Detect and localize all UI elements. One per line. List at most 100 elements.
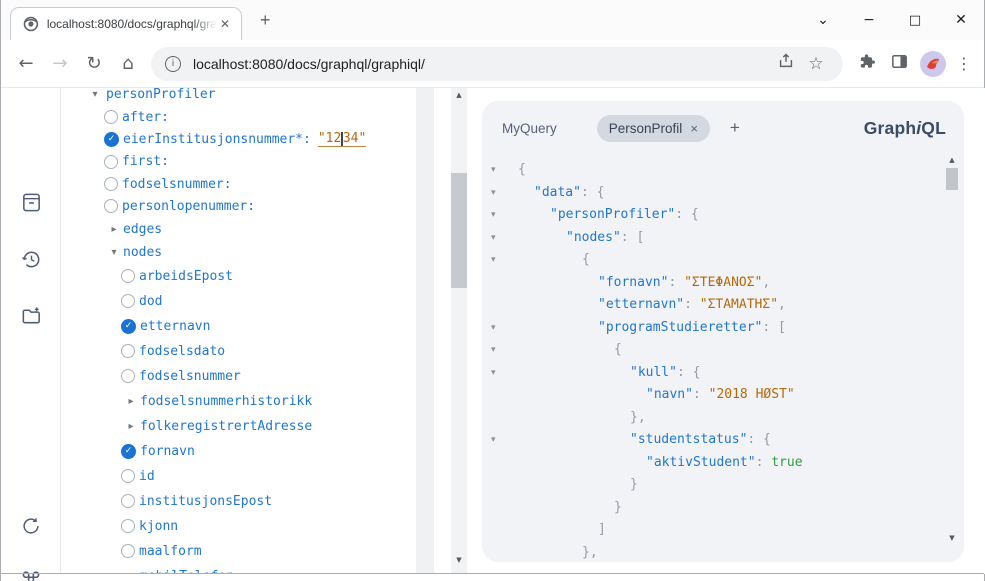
response-line: } xyxy=(482,497,964,520)
side-panel-icon[interactable] xyxy=(883,52,915,76)
response-line: ▾{ xyxy=(482,249,964,272)
field-label: after: xyxy=(122,110,169,125)
query-tab-close-icon[interactable]: × xyxy=(690,121,698,136)
field-checkbox-unchecked[interactable] xyxy=(121,269,135,283)
add-query-tab-button[interactable]: + xyxy=(730,118,740,138)
omnibox[interactable]: i localhost:8080/docs/graphql/graphiql/ … xyxy=(151,47,843,81)
field-checkbox-checked[interactable]: ✓ xyxy=(104,132,119,147)
response-code: "navn": "2018 HØST" xyxy=(518,387,795,402)
field-label: fornavn xyxy=(140,444,195,459)
site-info-icon[interactable]: i xyxy=(165,56,181,72)
caret-down-icon[interactable]: ▾ xyxy=(89,89,101,100)
response-scrollbar[interactable]: ▲ ▼ xyxy=(946,156,958,554)
fold-triangle-icon[interactable]: ▾ xyxy=(491,362,496,385)
history-icon[interactable] xyxy=(1,248,61,271)
url-text[interactable]: localhost:8080/docs/graphql/graphiql/ xyxy=(193,56,771,72)
explorer-row[interactable]: ▸folkeregistrertAdresse xyxy=(61,414,451,439)
explorer-row[interactable]: fodselsnummer: xyxy=(61,173,451,195)
back-icon[interactable]: ← xyxy=(9,53,43,74)
field-checkbox-unchecked[interactable] xyxy=(104,177,118,191)
explorer-row[interactable]: ▸fodselsnummerhistorikk xyxy=(61,389,451,414)
browser-menu-kebab-icon[interactable]: ⋮ xyxy=(951,54,977,73)
scroll-down-icon[interactable]: ▼ xyxy=(946,534,958,542)
query-tab-personprofil[interactable]: PersonProfil × xyxy=(597,115,710,142)
explorer-row[interactable]: ✓ fornavn xyxy=(61,439,451,464)
fold-triangle-icon[interactable]: ▾ xyxy=(491,317,496,340)
caret-right-icon[interactable]: ▸ xyxy=(108,224,120,235)
explorer-row[interactable]: after: xyxy=(61,106,451,128)
scroll-up-icon[interactable]: ▲ xyxy=(451,91,467,99)
field-checkbox-unchecked[interactable] xyxy=(121,344,135,358)
explorer-row[interactable]: id xyxy=(61,464,451,489)
field-checkbox-unchecked[interactable] xyxy=(121,469,135,483)
scroll-down-icon[interactable]: ▼ xyxy=(451,556,467,564)
browser-tab[interactable]: localhost:8080/docs/graphql/gra ✕ xyxy=(10,7,242,40)
explorer-row[interactable]: ▸edges xyxy=(61,217,451,240)
fold-triangle-icon[interactable]: ▾ xyxy=(491,339,496,362)
explorer-row[interactable]: first: xyxy=(61,151,451,173)
profile-avatar[interactable] xyxy=(920,51,946,77)
bookmark-star-icon[interactable]: ☆ xyxy=(801,54,831,74)
response-code: }, xyxy=(518,545,598,560)
explorer-row[interactable]: ✓etternavn xyxy=(61,314,451,339)
home-icon[interactable]: ⌂ xyxy=(111,53,145,74)
caret-right-icon[interactable]: ▸ xyxy=(125,421,137,432)
field-checkbox-checked[interactable]: ✓ xyxy=(121,444,136,459)
argument-value-input[interactable]: "1234" xyxy=(318,131,366,147)
fold-triangle-icon[interactable]: ▾ xyxy=(491,204,496,227)
share-icon[interactable] xyxy=(771,52,801,75)
caret-right-icon[interactable]: ▸ xyxy=(125,396,137,407)
fold-triangle-icon[interactable]: ▾ xyxy=(491,182,496,205)
window-minimize-button[interactable]: − xyxy=(846,12,892,28)
field-label: personlopenummer: xyxy=(122,199,255,214)
refetch-schema-icon[interactable] xyxy=(1,515,61,537)
query-tab-myquery[interactable]: MyQuery xyxy=(500,121,559,136)
field-checkbox-unchecked[interactable] xyxy=(121,519,135,533)
keyboard-shortcuts-icon[interactable]: ⌘ xyxy=(1,569,61,581)
explorer-row[interactable]: fodselsdato xyxy=(61,339,451,364)
fold-triangle-icon[interactable]: ▾ xyxy=(491,249,496,272)
new-tab-button[interactable]: + xyxy=(256,12,275,28)
response-scrollbar-thumb[interactable] xyxy=(946,168,958,190)
field-label: id xyxy=(139,469,155,484)
extensions-puzzle-icon[interactable] xyxy=(851,52,883,76)
window-close-button[interactable]: ✕ xyxy=(938,12,984,28)
open-collection-folder-icon[interactable] xyxy=(1,304,61,327)
explorer-row[interactable]: ✓eierInstitusjonsnummer*:"1234" xyxy=(61,128,451,150)
field-checkbox-checked[interactable]: ✓ xyxy=(121,319,136,334)
docs-icon[interactable] xyxy=(1,191,61,214)
field-checkbox-unchecked[interactable] xyxy=(121,294,135,308)
explorer-row[interactable]: kjonn xyxy=(61,514,451,539)
field-checkbox-unchecked[interactable] xyxy=(121,544,135,558)
fold-triangle-icon[interactable]: ▾ xyxy=(491,429,496,452)
explorer-row[interactable]: arbeidsEpost xyxy=(61,264,451,289)
field-checkbox-unchecked[interactable] xyxy=(104,199,118,213)
field-checkbox-unchecked[interactable] xyxy=(121,494,135,508)
tab-search-chevron-icon[interactable]: ⌄ xyxy=(800,12,846,28)
response-code: "studentstatus": { xyxy=(518,432,771,447)
explorer-row[interactable]: maalform xyxy=(61,539,451,564)
explorer-row[interactable]: dod xyxy=(61,289,451,314)
fold-triangle-icon[interactable]: ▾ xyxy=(491,159,496,182)
forward-icon: → xyxy=(43,53,77,74)
explorer-row[interactable]: institusjonsEpost xyxy=(61,489,451,514)
field-checkbox-unchecked[interactable] xyxy=(121,369,135,383)
field-checkbox-unchecked[interactable] xyxy=(104,110,118,124)
explorer-scrollbar[interactable]: ▲ ▼ xyxy=(451,88,467,574)
toolbar-extensions-area: ⋮ xyxy=(851,51,977,77)
fold-triangle-icon[interactable]: ▾ xyxy=(491,227,496,250)
window-maximize-button[interactable]: □ xyxy=(892,13,938,28)
scroll-up-icon[interactable]: ▲ xyxy=(946,156,958,164)
explorer-row[interactable]: personlopenummer: xyxy=(61,195,451,217)
response-code: { xyxy=(518,252,590,267)
response-line: }, xyxy=(482,407,964,430)
reload-icon[interactable]: ↻ xyxy=(77,53,111,74)
explorer-scrollbar-thumb[interactable] xyxy=(451,173,467,288)
explorer-row[interactable]: ▾personProfiler xyxy=(61,88,451,106)
caret-down-icon[interactable]: ▾ xyxy=(108,247,120,258)
explorer-row[interactable]: ▾nodes xyxy=(61,241,451,264)
explorer-row[interactable]: fodselsnummer xyxy=(61,364,451,389)
field-checkbox-unchecked[interactable] xyxy=(104,155,118,169)
query-tabs-row: MyQuery PersonProfil × + GraphiQL xyxy=(482,113,964,143)
tab-close-icon[interactable]: ✕ xyxy=(217,16,233,32)
